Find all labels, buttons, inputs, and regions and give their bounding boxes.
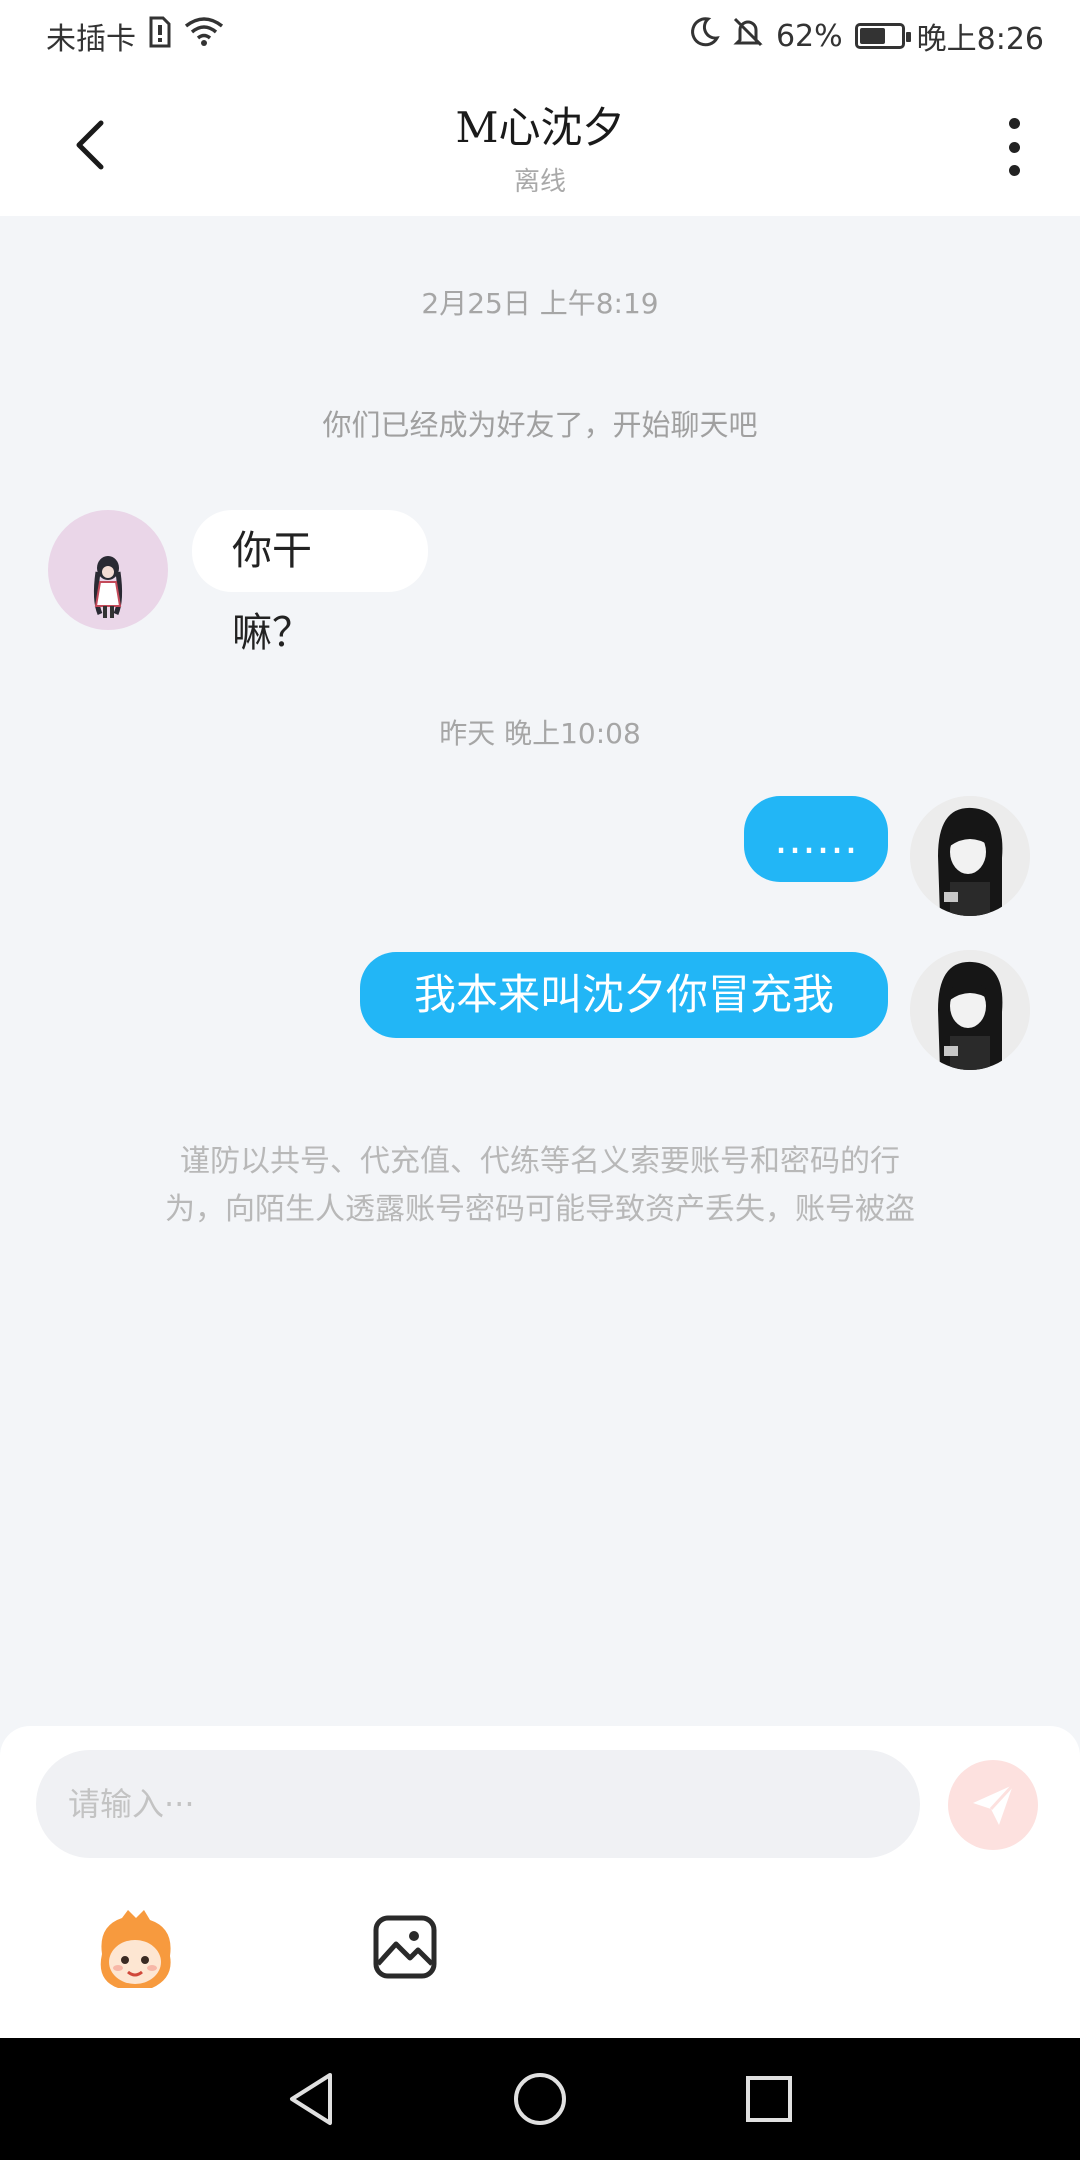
more-vertical-icon (1008, 118, 1020, 129)
status-right: 62% 晚上8:26 (688, 14, 1044, 58)
image-button[interactable] (372, 1914, 438, 1980)
timestamp: 昨天 晚上10:08 (439, 717, 641, 750)
input-area (0, 1726, 1080, 2038)
my-avatar[interactable] (910, 796, 1030, 916)
title-area: M心沈夕 离线 (0, 94, 1080, 198)
time-label: 晚上8:26 (916, 22, 1044, 57)
system-nav-bar (0, 2038, 1080, 2160)
bell-off-icon (732, 16, 764, 56)
outgoing-message[interactable]: 我本来叫沈夕你冒充我 (360, 952, 888, 1038)
battery-percent: 62% (775, 18, 843, 54)
warning-line: 为，向陌生人透露账号密码可能导致资产丢失，账号被盗 (165, 1192, 915, 1227)
contact-avatar[interactable] (48, 510, 168, 630)
security-warning: 谨防以共号、代充值、代练等名义索要账号和密码的行 为，向陌生人透露账号密码可能导… (90, 1138, 990, 1234)
outgoing-message[interactable]: …… (744, 796, 888, 882)
nav-back-icon (290, 2073, 332, 2125)
battery-fill (859, 28, 885, 44)
system-notice: 你们已经成为好友了，开始聊天吧 (322, 408, 758, 442)
nav-home-icon (514, 2073, 566, 2125)
message-input[interactable] (36, 1750, 920, 1858)
chat-header: M心沈夕 离线 (0, 72, 1080, 216)
send-icon (973, 1783, 1015, 1825)
chat-area[interactable]: 2月25日 上午8:19 你们已经成为好友了，开始聊天吧 你干嘛？ 昨天 晚上1… (0, 216, 1080, 1726)
nav-home-button[interactable] (507, 2066, 573, 2132)
send-button[interactable] (948, 1760, 1038, 1850)
nav-recents-button[interactable] (736, 2066, 802, 2132)
user-avatar-icon (910, 796, 1030, 916)
my-avatar[interactable] (910, 950, 1030, 1070)
contact-status: 离线 (513, 167, 566, 197)
battery-icon (854, 23, 911, 49)
nav-recents-icon (746, 2076, 792, 2122)
contact-name: M心沈夕 (455, 103, 625, 152)
emoji-mascot-icon (100, 1910, 171, 1988)
user-avatar-icon (910, 950, 1030, 1070)
incoming-message[interactable]: 你干嘛？ (192, 510, 428, 656)
sim-icon (148, 16, 172, 56)
anime-girl-avatar-icon (93, 556, 123, 618)
carrier-label: 未插卡 (46, 22, 136, 57)
more-options-button[interactable] (996, 112, 1032, 182)
status-bar: 未插卡 62% 晚上8:26 (0, 0, 1080, 72)
image-icon (373, 1915, 437, 1979)
moon-icon (688, 16, 720, 56)
emoji-button[interactable] (92, 1908, 178, 1994)
nav-back-button[interactable] (278, 2066, 344, 2132)
timestamp: 2月25日 上午8:19 (421, 287, 659, 320)
wifi-icon (184, 16, 224, 56)
status-left: 未插卡 (46, 14, 224, 58)
warning-line: 谨防以共号、代充值、代练等名义索要账号和密码的行 (180, 1144, 900, 1179)
